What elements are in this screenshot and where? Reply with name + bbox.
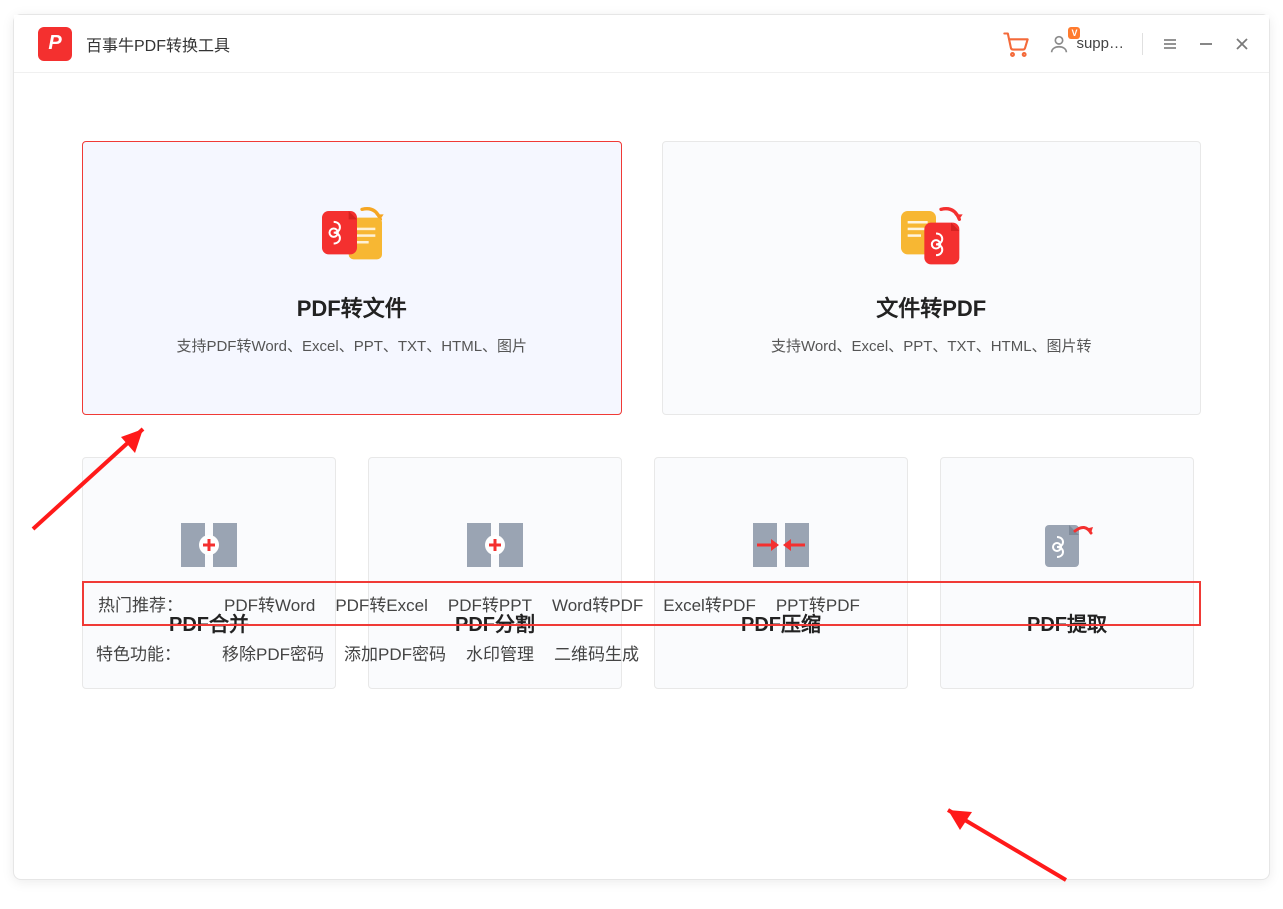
hot-link[interactable]: PDF转Excel xyxy=(335,591,428,616)
feature-link[interactable]: 水印管理 xyxy=(466,640,534,665)
window-controls xyxy=(1161,35,1251,53)
pdf-split-icon xyxy=(460,510,530,580)
main-card-row: PDF转文件 支持PDF转Word、Excel、PPT、TXT、HTML、图片 xyxy=(82,141,1201,415)
pdf-to-file-icon xyxy=(317,201,387,271)
separator xyxy=(1142,33,1143,55)
feature-row: 特色功能： 移除PDF密码 添加PDF密码 水印管理 二维码生成 xyxy=(82,640,1201,665)
feature-link[interactable]: 移除PDF密码 xyxy=(222,640,324,665)
hot-link[interactable]: Excel转PDF xyxy=(663,591,756,616)
card-subtitle: 支持Word、Excel、PPT、TXT、HTML、图片转 xyxy=(771,335,1092,356)
pdf-extract-icon xyxy=(1032,510,1102,580)
vip-badge: V xyxy=(1068,27,1080,39)
user-name: supp… xyxy=(1076,35,1124,52)
hot-recommend-box: 热门推荐： PDF转Word PDF转Excel PDF转PPT Word转PD… xyxy=(82,581,1201,626)
app-title: 百事牛PDF转换工具 xyxy=(86,32,230,56)
hot-link[interactable]: PDF转PPT xyxy=(448,591,532,616)
card-file-to-pdf[interactable]: 文件转PDF 支持Word、Excel、PPT、TXT、HTML、图片转 xyxy=(662,141,1202,415)
hot-link[interactable]: PDF转Word xyxy=(224,591,315,616)
feature-link[interactable]: 添加PDF密码 xyxy=(344,640,446,665)
app-logo-letter: P xyxy=(48,32,61,55)
card-subtitle: 支持PDF转Word、Excel、PPT、TXT、HTML、图片 xyxy=(176,335,527,356)
minimize-icon[interactable] xyxy=(1197,35,1215,53)
user-chip[interactable]: V supp… xyxy=(1048,33,1124,55)
footer-section: 热门推荐： PDF转Word PDF转Excel PDF转PPT Word转PD… xyxy=(82,581,1201,665)
pdf-compress-icon xyxy=(746,510,816,580)
pdf-merge-icon xyxy=(174,510,244,580)
content-area: PDF转文件 支持PDF转Word、Excel、PPT、TXT、HTML、图片 xyxy=(14,73,1269,689)
card-pdf-to-file[interactable]: PDF转文件 支持PDF转Word、Excel、PPT、TXT、HTML、图片 xyxy=(82,141,622,415)
app-window: P 百事牛PDF转换工具 V supp… xyxy=(13,14,1270,880)
hot-label: 热门推荐： xyxy=(98,591,198,616)
file-to-pdf-icon xyxy=(896,201,966,271)
hot-links: PDF转Word PDF转Excel PDF转PPT Word转PDF Exce… xyxy=(224,591,860,616)
card-title: 文件转PDF xyxy=(876,291,986,323)
user-avatar-icon: V xyxy=(1048,33,1070,55)
close-icon[interactable] xyxy=(1233,35,1251,53)
hot-link[interactable]: PPT转PDF xyxy=(776,591,860,616)
hamburger-menu-icon[interactable] xyxy=(1161,35,1179,53)
feature-label: 特色功能： xyxy=(96,640,196,665)
titlebar: P 百事牛PDF转换工具 V supp… xyxy=(14,15,1269,73)
titlebar-right: V supp… xyxy=(1002,30,1251,58)
cart-icon[interactable] xyxy=(1002,30,1030,58)
feature-links: 移除PDF密码 添加PDF密码 水印管理 二维码生成 xyxy=(222,640,639,665)
card-title: PDF转文件 xyxy=(297,291,407,323)
app-logo: P xyxy=(38,27,72,61)
hot-link[interactable]: Word转PDF xyxy=(552,591,643,616)
feature-link[interactable]: 二维码生成 xyxy=(554,640,639,665)
